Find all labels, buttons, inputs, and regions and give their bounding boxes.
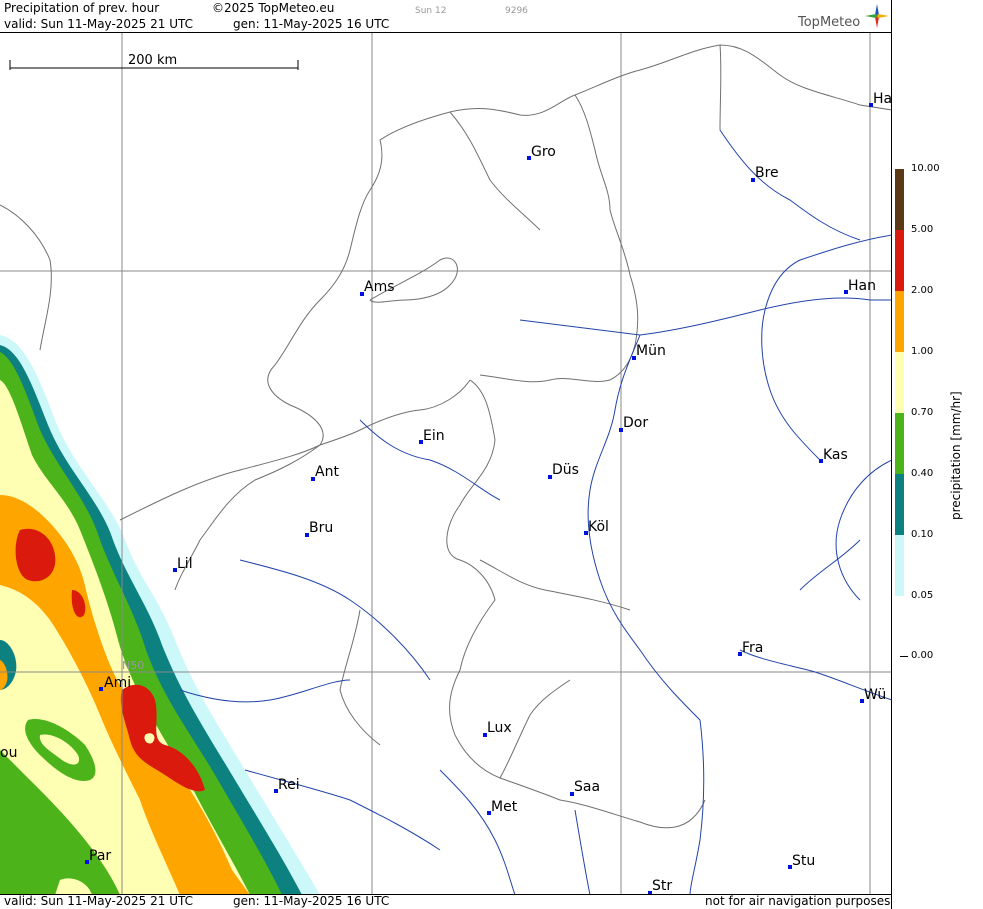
map-panel: N50 200 km Gro Ha Bre Ams Han Mün Ein Do… <box>0 33 892 895</box>
legend-swatch <box>895 291 904 352</box>
city-label: Bre <box>755 165 779 181</box>
city-label: Kas <box>823 447 848 463</box>
city-label: Fra <box>742 640 763 656</box>
legend-value: 2.00 <box>911 285 934 296</box>
scale-bar-label: 200 km <box>128 53 177 68</box>
city-label: ou <box>0 745 17 761</box>
legend-swatch <box>895 535 904 596</box>
city-label: Saa <box>574 779 600 795</box>
disclaimer: not for air navigation purposes <box>705 894 891 908</box>
precipitation-map: N50 200 km Gro Ha Bre Ams Han Mün Ein Do… <box>0 33 892 895</box>
city-label: Ha <box>873 91 892 107</box>
legend-swatch <box>895 230 904 291</box>
legend-swatch <box>895 352 904 413</box>
grid-label-n50: N50 <box>122 659 144 672</box>
city-label: Rei <box>278 777 300 793</box>
run-label: Sun 12 <box>415 6 447 16</box>
legend-swatch <box>895 169 904 230</box>
precip-field <box>0 335 320 895</box>
city-label: Düs <box>552 462 579 478</box>
code-label: 9296 <box>505 6 528 16</box>
map-footer: valid: Sun 11-May-2025 21 UTC gen: 11-Ma… <box>0 894 892 909</box>
city-label: Ein <box>423 428 445 444</box>
legend-zero-tick <box>900 656 908 657</box>
city-label: Stu <box>792 853 815 869</box>
legend-value: 0.70 <box>911 407 934 418</box>
city-label: Ant <box>315 464 339 480</box>
brand-name: TopMeteo <box>798 15 861 30</box>
city-label: Ams <box>364 279 395 295</box>
valid-time: valid: Sun 11-May-2025 21 UTC <box>4 17 193 31</box>
city-label: Köl <box>588 519 609 535</box>
legend-swatch <box>895 474 904 535</box>
precip-legend: 10.00 5.00 2.00 1.00 0.70 0.40 0.10 0.05… <box>893 160 983 680</box>
legend-value: 10.00 <box>911 163 940 174</box>
legend-value: 0.05 <box>911 590 934 601</box>
footer-valid-time: valid: Sun 11-May-2025 21 UTC <box>4 894 193 908</box>
city-label: Met <box>491 799 518 815</box>
legend-unit: precipitation [mm/hr] <box>949 391 963 520</box>
city-marker-ami <box>99 687 103 691</box>
topmeteo-logo: TopMeteo <box>798 3 890 31</box>
legend-value: 0.40 <box>911 468 934 479</box>
city-label: Lil <box>177 556 193 572</box>
city-label: Mün <box>636 343 666 359</box>
scale-bar: 200 km <box>9 53 299 70</box>
city-label: Bru <box>309 520 333 536</box>
city-label: Wü <box>864 687 886 703</box>
city-label: Ami <box>104 675 131 691</box>
copyright: ©2025 TopMeteo.eu <box>212 1 335 15</box>
generated-time: gen: 11-May-2025 16 UTC <box>233 17 390 31</box>
city-label: Dor <box>623 415 648 431</box>
city-label: Han <box>848 278 876 294</box>
legend-swatch <box>895 413 904 474</box>
map-right-border <box>891 0 892 909</box>
city-label: Gro <box>531 144 556 160</box>
city-label: Par <box>89 848 111 864</box>
city-label: Lux <box>487 720 512 736</box>
legend-value: 0.10 <box>911 529 934 540</box>
map-title: Precipitation of prev. hour <box>4 1 160 15</box>
legend-value: 0.00 <box>911 650 934 661</box>
compass-icon <box>865 4 889 28</box>
legend-value: 1.00 <box>911 346 934 357</box>
city-label: Str <box>652 878 672 894</box>
legend-value: 5.00 <box>911 224 934 235</box>
footer-generated-time: gen: 11-May-2025 16 UTC <box>233 894 390 908</box>
map-header: Precipitation of prev. hour ©2025 TopMet… <box>0 0 983 32</box>
